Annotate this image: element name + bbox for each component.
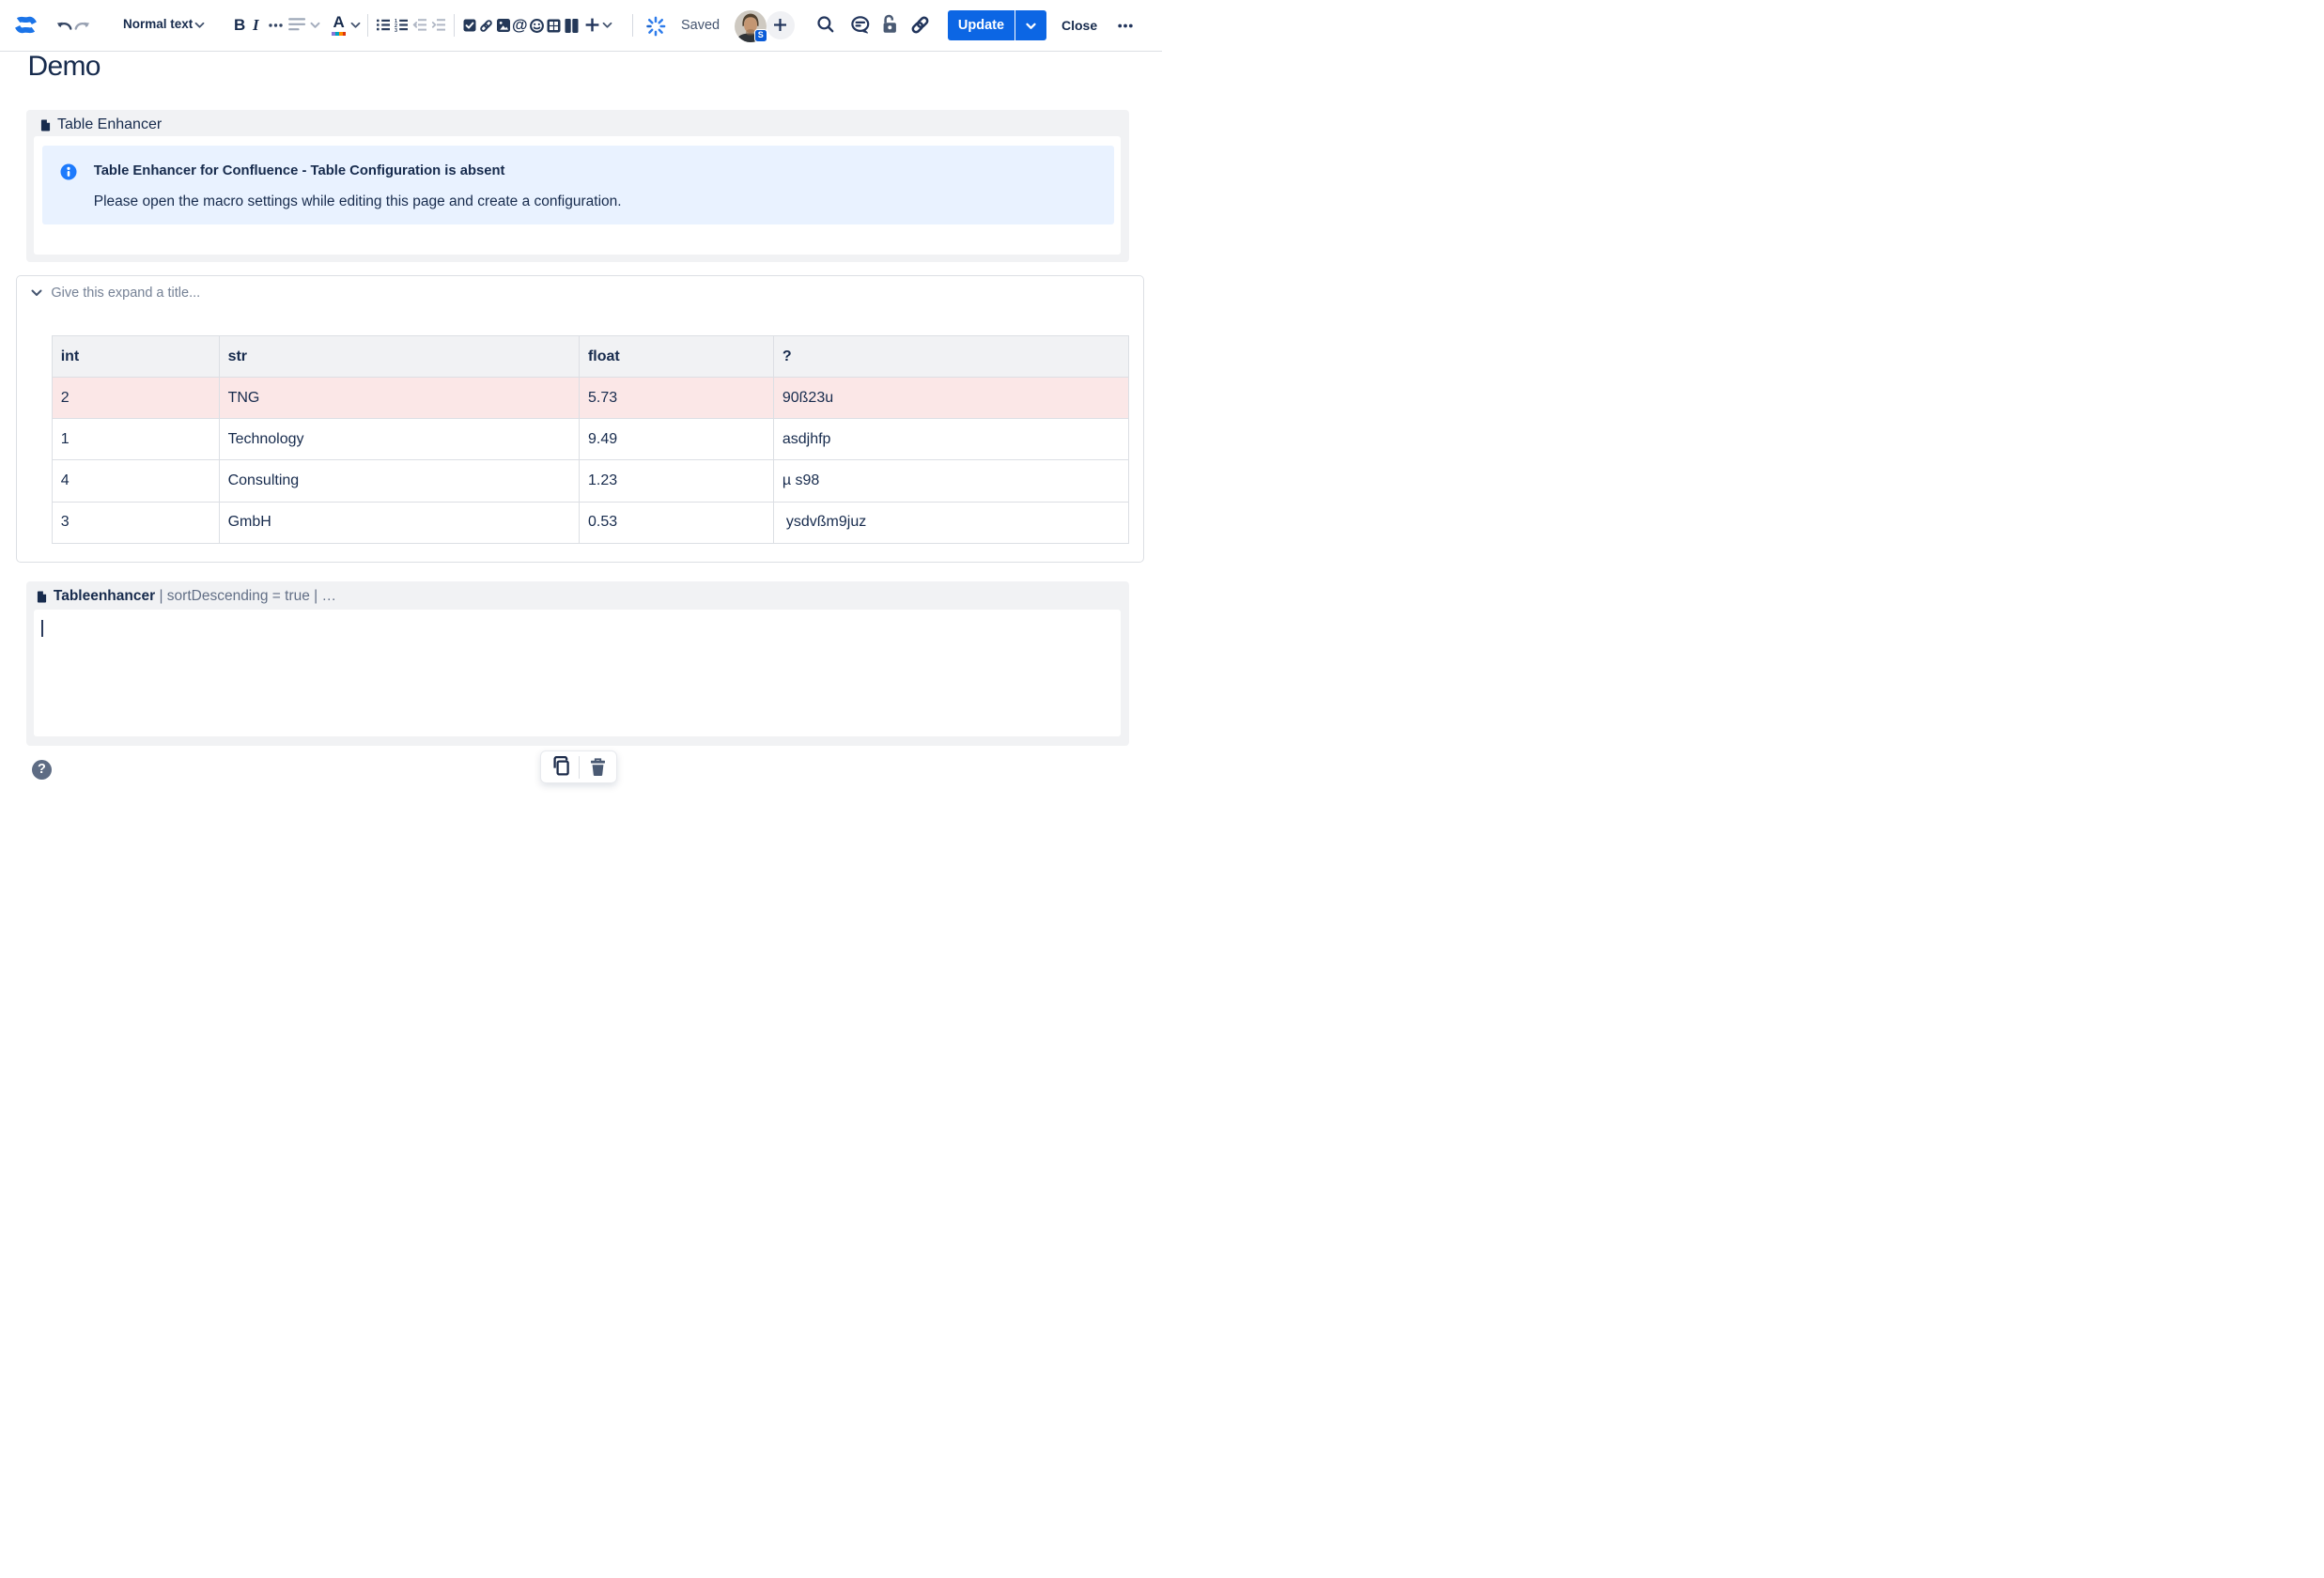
svg-text:3: 3: [395, 28, 397, 32]
